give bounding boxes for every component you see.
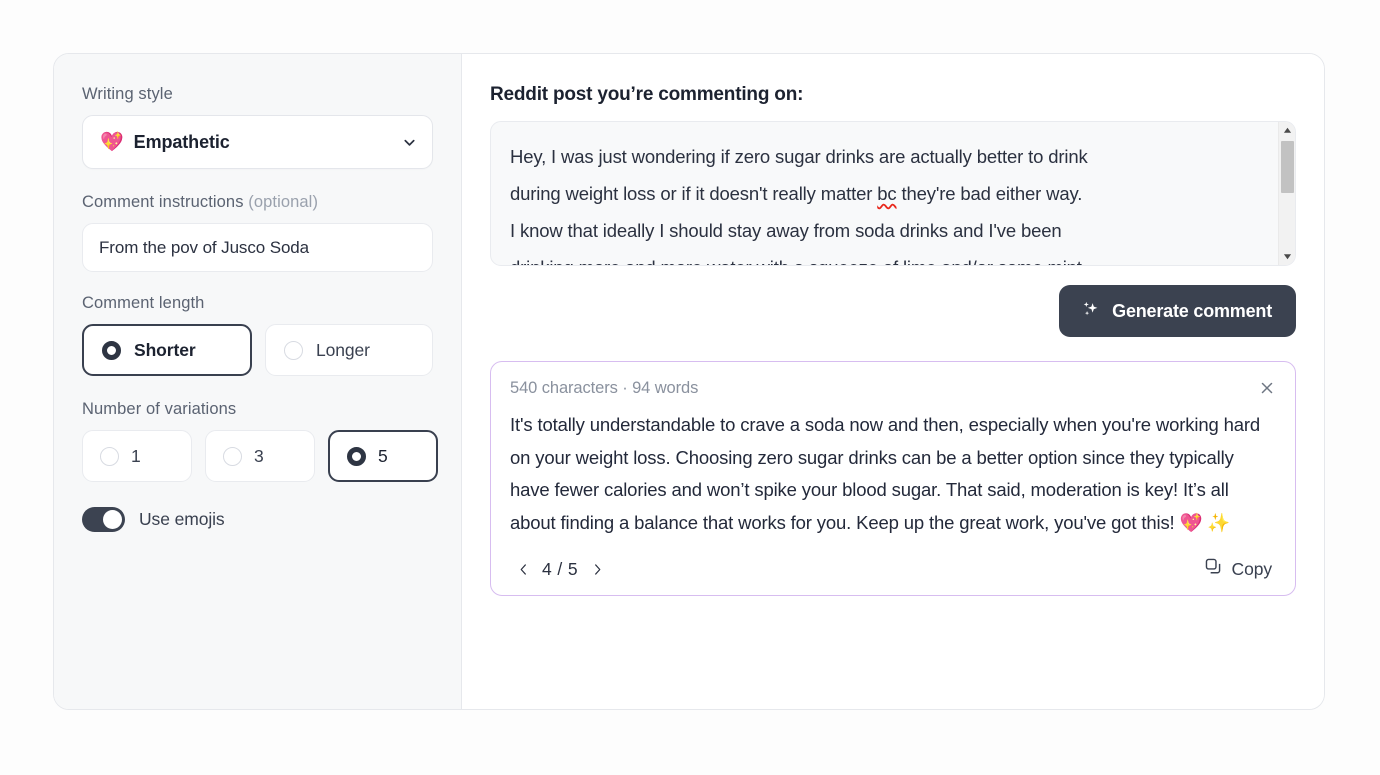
post-line-1: Hey, I was just wondering if zero sugar … [510, 146, 1088, 167]
composer-panel: Reddit post you’re commenting on: Hey, I… [462, 54, 1324, 709]
radio-icon-selected [347, 446, 366, 466]
instructions-optional-text: (optional) [248, 193, 319, 211]
use-emojis-row: Use emojis [82, 507, 433, 532]
comment-length-option-shorter[interactable]: Shorter [82, 324, 252, 376]
instructions-label-text: Comment instructions [82, 193, 249, 211]
post-line-2a: during weight loss or if it doesn't real… [510, 183, 878, 204]
post-line-3: I know that ideally I should stay away f… [510, 220, 1062, 241]
page-title: Reddit post you’re commenting on: [490, 84, 804, 105]
radio-icon [100, 446, 119, 466]
copy-icon [1204, 557, 1223, 581]
radio-icon [223, 446, 242, 466]
sparkling-heart-icon: 💖 [100, 131, 124, 153]
generate-comment-label: Generate comment [1112, 300, 1272, 321]
variation-count: 4 / 5 [542, 558, 579, 579]
comment-length-options: Shorter Longer [82, 324, 433, 376]
post-scrollbar[interactable] [1278, 122, 1295, 265]
generated-comment-text: It's totally understandable to crave a s… [510, 414, 1261, 533]
chevron-down-icon [402, 135, 417, 150]
comment-length-label-text: Comment length [82, 294, 205, 312]
use-emojis-label: Use emojis [139, 509, 225, 529]
settings-panel: Writing style 💖 Empathetic Comment instr… [54, 54, 462, 709]
scroll-down-arrow-icon[interactable] [1279, 248, 1295, 265]
variations-label-text: Number of variations [82, 400, 237, 418]
instructions-label: Comment instructions (optional) [82, 193, 433, 212]
variations-option-5-label: 5 [378, 445, 388, 466]
comment-length-label: Comment length [82, 294, 433, 313]
copy-button[interactable]: Copy [1204, 557, 1276, 581]
writing-style-value: Empathetic [133, 131, 230, 152]
variations-option-3[interactable]: 3 [205, 430, 315, 482]
app-card: Writing style 💖 Empathetic Comment instr… [53, 53, 1325, 710]
comment-length-longer-label: Longer [316, 339, 370, 360]
comment-card-footer: 4 / 5 Copy [510, 557, 1276, 581]
post-line-4: drinking more and more water with a sque… [510, 257, 1087, 265]
sparkles-icon [1080, 299, 1101, 323]
generate-row: Generate comment [490, 285, 1296, 337]
toggle-knob [103, 510, 122, 529]
writing-style-label: Writing style [82, 85, 433, 104]
close-icon[interactable] [1256, 377, 1278, 399]
variations-option-3-label: 3 [254, 445, 264, 466]
reddit-post-textarea[interactable]: Hey, I was just wondering if zero sugar … [490, 121, 1296, 266]
scroll-up-arrow-icon[interactable] [1279, 122, 1295, 139]
variations-option-1[interactable]: 1 [82, 430, 192, 482]
variations-option-5[interactable]: 5 [328, 430, 438, 482]
use-emojis-toggle[interactable] [82, 507, 125, 532]
generated-comment-card: 540 characters · 94 words It's totally u… [490, 361, 1296, 596]
comment-instructions-value: From the pov of Jusco Soda [99, 237, 310, 257]
writing-style-label-text: Writing style [82, 85, 173, 103]
reddit-post-text: Hey, I was just wondering if zero sugar … [491, 122, 1295, 265]
variation-pager: 4 / 5 [510, 559, 604, 580]
radio-icon-selected [102, 340, 121, 360]
variations-label: Number of variations [82, 400, 433, 419]
comment-length-shorter-label: Shorter [134, 339, 196, 360]
generate-comment-button[interactable]: Generate comment [1059, 285, 1296, 337]
comment-length-option-longer[interactable]: Longer [265, 324, 433, 376]
comment-instructions-input[interactable]: From the pov of Jusco Soda [82, 223, 433, 272]
writing-style-select[interactable]: 💖 Empathetic [82, 115, 433, 169]
comment-stats: 540 characters · 94 words [510, 379, 699, 397]
variations-option-1-label: 1 [131, 445, 141, 466]
radio-icon [284, 340, 303, 360]
variations-options: 1 3 5 [82, 430, 438, 482]
copy-label: Copy [1231, 558, 1273, 579]
chevron-right-icon[interactable] [590, 561, 604, 578]
post-line-2b: they're bad either way. [896, 183, 1083, 204]
chevron-left-icon[interactable] [516, 561, 530, 578]
scrollbar-thumb[interactable] [1281, 141, 1294, 193]
spellcheck-word: bc [877, 183, 897, 204]
